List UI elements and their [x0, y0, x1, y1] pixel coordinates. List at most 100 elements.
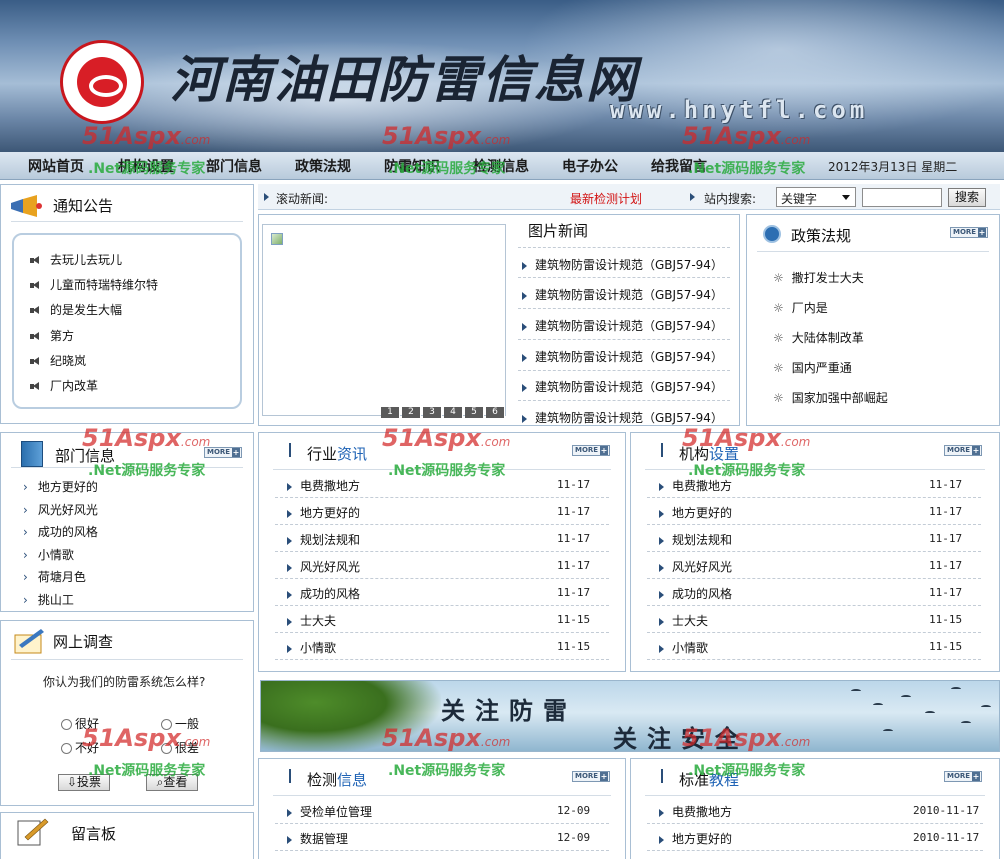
item-date: 2010-11-17: [913, 831, 980, 844]
slide-page-5[interactable]: 5: [465, 407, 484, 418]
nav-knowledge[interactable]: 防雷知识: [384, 156, 440, 176]
list-item[interactable]: 第方: [30, 327, 74, 344]
industry-title: 行业资讯: [307, 445, 368, 463]
ticker-news-link[interactable]: 最新检测计划: [570, 190, 642, 207]
promo-banner: 关注防雷 关注安全: [260, 680, 1000, 752]
list-item[interactable]: ☼ 大陆体制改革: [773, 329, 864, 346]
book-icon: [21, 441, 43, 467]
list-item[interactable]: 士大夫: [287, 612, 336, 629]
list-item[interactable]: ☼ 国家加强中部崛起: [773, 389, 888, 406]
search-type-select[interactable]: 关键字: [776, 187, 856, 207]
list-item[interactable]: 规划法规和: [659, 531, 732, 548]
slide-page-3[interactable]: 3: [423, 407, 442, 418]
list-item[interactable]: ☼ 厂内是: [773, 299, 828, 316]
nav-guestbook[interactable]: 给我留言: [651, 156, 707, 176]
list-item[interactable]: ☼ 撒打发士大夫: [773, 269, 864, 286]
item-date: 11-17: [557, 505, 591, 518]
testing-more-button[interactable]: MORE: [572, 771, 610, 782]
list-item[interactable]: 建筑物防雷设计规范（GBJ57-94）: [522, 256, 723, 273]
slide-page-1[interactable]: 1: [381, 407, 400, 418]
list-item[interactable]: 建筑物防雷设计规范（GBJ57-94）: [522, 286, 723, 303]
list-item[interactable]: 成功的风格: [287, 585, 360, 602]
list-item[interactable]: 建筑物防雷设计规范（GBJ57-94）: [522, 378, 723, 395]
view-results-button[interactable]: ⌕查看: [146, 774, 198, 791]
arrow-icon: [659, 617, 664, 626]
list-item[interactable]: 数据管理: [287, 830, 348, 847]
slide-page-6[interactable]: 6: [486, 407, 505, 418]
item-date: 11-17: [929, 505, 963, 518]
list-item[interactable]: 电费撒地方: [659, 477, 732, 494]
nav-policy[interactable]: 政策法规: [295, 156, 351, 176]
list-item[interactable]: 电费撒地方: [287, 477, 360, 494]
list-item[interactable]: 厂内改革: [30, 377, 98, 394]
nav-testing[interactable]: 检测信息: [473, 156, 529, 176]
list-item[interactable]: 电费撒地方: [659, 803, 732, 820]
notice-list: 去玩儿去玩儿 儿童而特瑞特维尔特 的是发生大幅 第方 纪晓岚 厂内改革: [12, 233, 242, 409]
nav-office[interactable]: 电子办公: [562, 156, 618, 176]
nav-home[interactable]: 网站首页: [28, 156, 84, 176]
survey-option-worse[interactable]: 很差: [161, 739, 199, 756]
list-item[interactable]: › 成功的风格: [23, 523, 98, 540]
arrow-icon: [690, 193, 695, 201]
list-item[interactable]: ☼ 国内严重通: [773, 359, 852, 376]
vote-button[interactable]: ⇩投票: [58, 774, 110, 791]
list-item[interactable]: 小情歌: [287, 639, 336, 656]
speaker-icon: [30, 382, 40, 391]
list-item[interactable]: › 风光好风光: [23, 501, 98, 518]
arrow-icon: [659, 808, 664, 817]
list-item[interactable]: 建筑物防雷设计规范（GBJ57-94）: [522, 348, 723, 365]
speaker-icon: [30, 357, 40, 366]
list-item[interactable]: 小情歌: [659, 639, 708, 656]
list-item[interactable]: 受检单位管理: [287, 803, 372, 820]
list-item[interactable]: 风光好风光: [287, 558, 360, 575]
arrow-icon: [287, 536, 292, 545]
search-button[interactable]: 搜索: [948, 188, 986, 207]
list-item[interactable]: 纪晓岚: [30, 352, 86, 369]
list-item[interactable]: 建筑物防雷设计规范（GBJ57-94）: [522, 317, 723, 334]
sun-bullet-icon: ☼: [773, 361, 784, 375]
search-input[interactable]: [862, 188, 942, 207]
news-ticker-bar: 滚动新闻: 最新检测计划 站内搜索: 关键字 搜索: [258, 184, 1000, 210]
policy-more-button[interactable]: MORE: [950, 227, 988, 238]
photo-slideshow[interactable]: 1 2 3 4 5 6: [262, 224, 506, 418]
item-date: 11-17: [557, 478, 591, 491]
list-item[interactable]: › 小情歌: [23, 546, 74, 563]
item-date: 2010-11-17: [913, 804, 980, 817]
list-item[interactable]: 士大夫: [659, 612, 708, 629]
list-item[interactable]: 建筑物防雷设计规范（GBJ57-94）: [522, 409, 723, 426]
list-item[interactable]: › 荷塘月色: [23, 568, 86, 585]
site-logo[interactable]: [60, 40, 144, 124]
list-item[interactable]: › 地方更好的: [23, 478, 98, 495]
slide-page-2[interactable]: 2: [402, 407, 421, 418]
arrow-icon: [287, 563, 292, 572]
nav-dept[interactable]: 部门信息: [206, 156, 262, 176]
survey-option-bad[interactable]: 不好: [61, 739, 99, 756]
speaker-icon: [30, 256, 40, 265]
list-item[interactable]: 地方更好的: [659, 830, 732, 847]
list-item[interactable]: 的是发生大幅: [30, 301, 122, 318]
list-item[interactable]: 风光好风光: [659, 558, 732, 575]
list-item[interactable]: › 挑山工: [23, 591, 74, 608]
list-item[interactable]: 地方更好的: [659, 504, 732, 521]
sun-bullet-icon: ☼: [773, 331, 784, 345]
standard-more-button[interactable]: MORE: [944, 771, 982, 782]
list-item[interactable]: 儿童而特瑞特维尔特: [30, 276, 158, 293]
industry-more-button[interactable]: MORE: [572, 445, 610, 456]
vote-icon: ⇩: [66, 775, 78, 789]
list-item[interactable]: 去玩儿去玩儿: [30, 251, 122, 268]
dept-more-button[interactable]: MORE: [204, 447, 242, 458]
list-item[interactable]: 规划法规和: [287, 531, 360, 548]
arrow-icon: [264, 193, 269, 201]
survey-option-normal[interactable]: 一般: [161, 715, 199, 732]
site-title: 河南油田防雷信息网: [170, 50, 638, 109]
list-item[interactable]: 地方更好的: [287, 504, 360, 521]
arrow-icon: [659, 509, 664, 518]
nav-org[interactable]: 机构设置: [118, 156, 174, 176]
survey-option-good[interactable]: 很好: [61, 715, 99, 732]
org-more-button[interactable]: MORE: [944, 445, 982, 456]
arrow-icon: [659, 563, 664, 572]
standard-box: 标准教程 MORE 电费撒地方 2010-11-17 地方更好的 2010-11…: [630, 758, 1000, 859]
list-item[interactable]: 成功的风格: [659, 585, 732, 602]
slide-page-4[interactable]: 4: [444, 407, 463, 418]
item-date: 11-15: [557, 613, 591, 626]
